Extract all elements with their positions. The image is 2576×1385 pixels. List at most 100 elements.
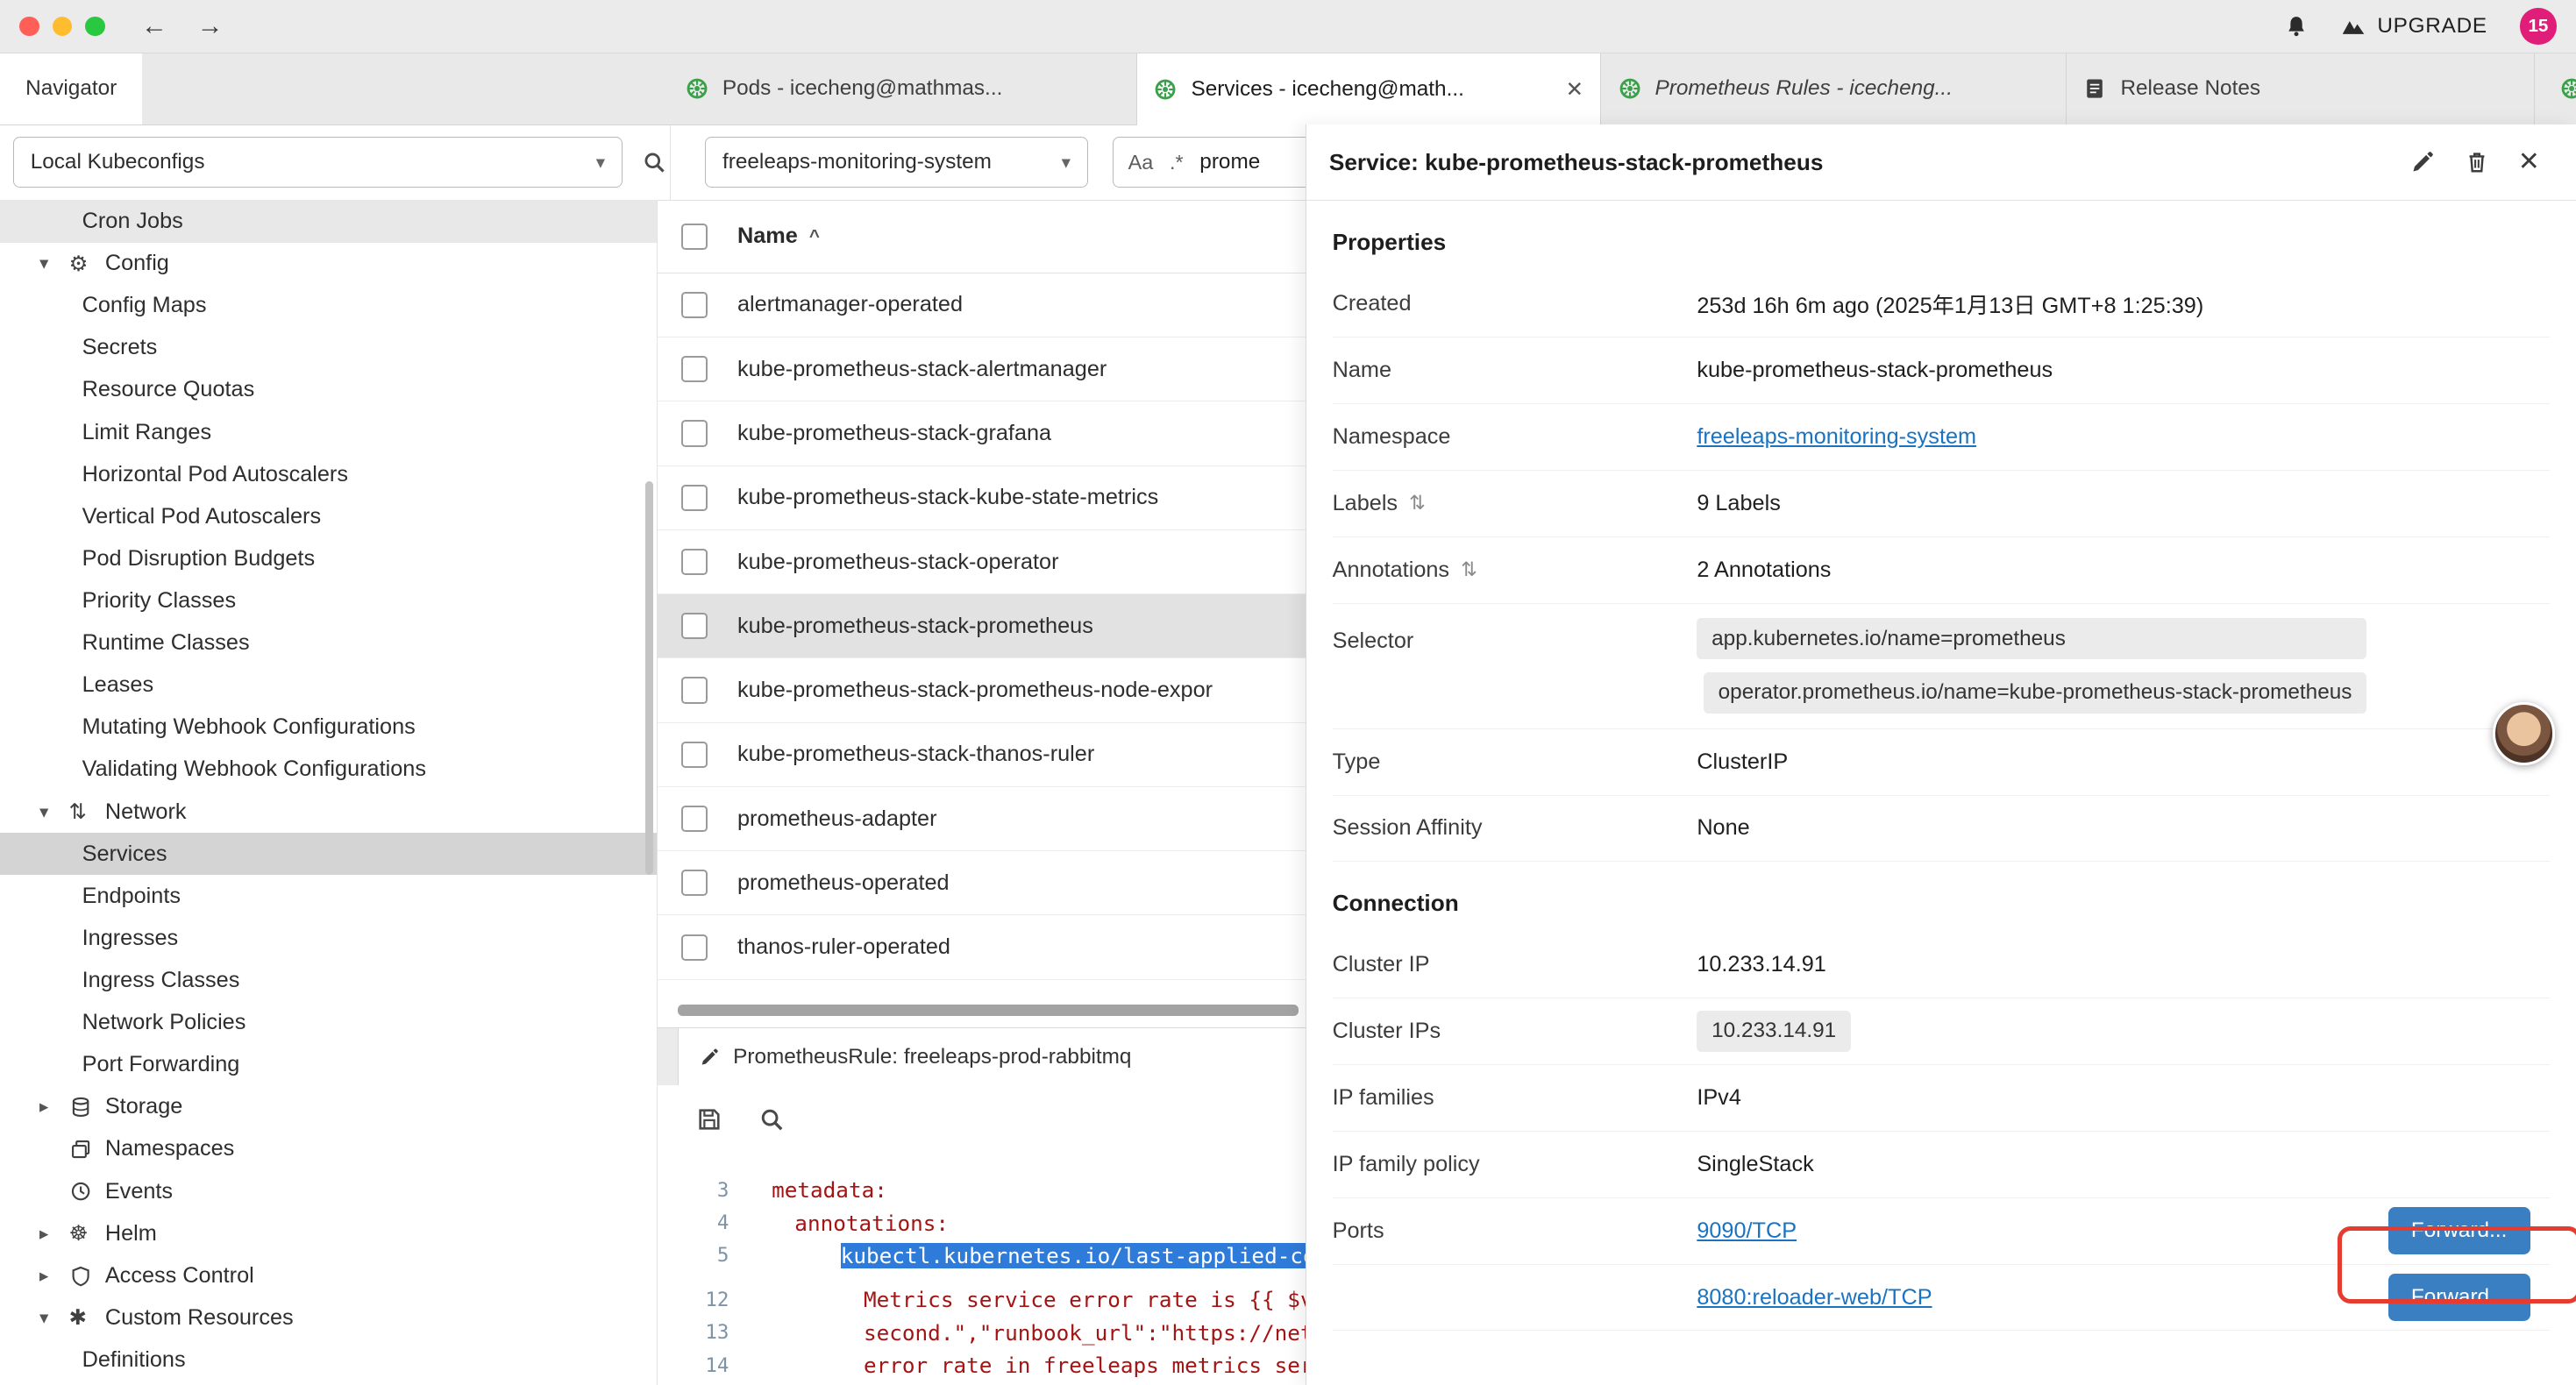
tab-prometheus-rules[interactable]: Prometheus Rules - icecheng...: [1601, 53, 2067, 124]
chevron-right-icon[interactable]: ▸: [39, 1096, 69, 1118]
service-name: kube-prometheus-stack-kube-state-metrics: [737, 485, 1158, 510]
sidebar-item-validating-webhook-configurations[interactable]: Validating Webhook Configurations: [0, 749, 657, 791]
forward-arrow-icon[interactable]: →: [197, 13, 224, 39]
sidebar-item-label: Secrets: [82, 335, 158, 360]
chevron-down-icon[interactable]: ▾: [39, 252, 69, 274]
upgrade-button[interactable]: UPGRADE: [2341, 14, 2487, 39]
close-window-button[interactable]: [19, 17, 39, 36]
kubeconfig-select[interactable]: Local Kubeconfigs ▾: [13, 137, 623, 188]
sidebar-item-vertical-pod-autoscalers[interactable]: Vertical Pod Autoscalers: [0, 495, 657, 537]
port-link[interactable]: 8080:reloader-web/TCP: [1697, 1285, 1932, 1310]
sidebar-item-secrets[interactable]: Secrets: [0, 327, 657, 369]
property-label: Created: [1333, 291, 1697, 316]
row-checkbox[interactable]: [681, 806, 708, 832]
editor-tab-prometheusrule[interactable]: PrometheusRule: freeleaps-prod-rabbitmq: [678, 1028, 1313, 1086]
user-avatar[interactable]: [2493, 702, 2556, 765]
sidebar-item-label: Validating Webhook Configurations: [82, 756, 426, 782]
row-checkbox[interactable]: [681, 356, 708, 382]
detail-panel-body: Properties Created 253d 16h 6m ago (2025…: [1306, 201, 2576, 1331]
row-checkbox[interactable]: [681, 934, 708, 961]
sidebar-item-helm[interactable]: ▸☸Helm: [0, 1212, 657, 1254]
sidebar-item-access-control[interactable]: ▸Access Control: [0, 1254, 657, 1296]
row-checkbox[interactable]: [681, 485, 708, 511]
sidebar-item-config[interactable]: ▾⚙Config: [0, 243, 657, 285]
maximize-window-button[interactable]: [85, 17, 104, 36]
row-checkbox[interactable]: [681, 420, 708, 446]
namespace-link[interactable]: freeleaps-monitoring-system: [1697, 424, 1976, 450]
sidebar-item-config-maps[interactable]: Config Maps: [0, 285, 657, 327]
property-label: Cluster IP: [1333, 952, 1697, 977]
expand-sort-icon[interactable]: ⇅: [1461, 558, 1477, 581]
property-row-namespace: Namespace freeleaps-monitoring-system: [1333, 404, 2550, 471]
sidebar-search-icon[interactable]: [642, 150, 666, 174]
edit-pencil-icon[interactable]: [2409, 149, 2436, 175]
sidebar-item-definitions[interactable]: Definitions: [0, 1339, 657, 1381]
sidebar-item-cron-jobs[interactable]: Cron Jobs: [0, 200, 657, 242]
row-checkbox[interactable]: [681, 549, 708, 575]
property-label: Ports: [1333, 1218, 1697, 1244]
row-checkbox[interactable]: [681, 677, 708, 703]
sidebar-item-events[interactable]: Events: [0, 1170, 657, 1212]
sidebar-item-resource-quotas[interactable]: Resource Quotas: [0, 369, 657, 411]
back-arrow-icon[interactable]: ←: [141, 13, 167, 39]
tab-release-notes[interactable]: Release Notes: [2067, 53, 2536, 124]
sidebar-item-pod-disruption-budgets[interactable]: Pod Disruption Budgets: [0, 537, 657, 579]
sidebar-item-label: Runtime Classes: [82, 630, 250, 656]
minimize-window-button[interactable]: [53, 17, 72, 36]
match-case-toggle[interactable]: Aa: [1128, 151, 1154, 174]
sidebar-item-storage[interactable]: ▸Storage: [0, 1086, 657, 1128]
row-checkbox[interactable]: [681, 870, 708, 896]
sidebar-item-limit-ranges[interactable]: Limit Ranges: [0, 411, 657, 453]
sidebar-item-mutating-webhook-configurations[interactable]: Mutating Webhook Configurations: [0, 707, 657, 749]
sidebar-item-ingresses[interactable]: Ingresses: [0, 917, 657, 959]
regex-toggle[interactable]: .*: [1170, 151, 1184, 174]
close-panel-icon[interactable]: ✕: [2518, 149, 2540, 175]
bell-icon[interactable]: [2284, 14, 2309, 39]
line-number: 12: [657, 1289, 729, 1311]
chevron-down-icon[interactable]: ▾: [39, 1307, 69, 1329]
tab-pods[interactable]: Pods - icecheng@mathmas...: [668, 53, 1137, 124]
notification-count-badge[interactable]: 15: [2520, 8, 2556, 44]
tab-services[interactable]: Services - icecheng@math... ✕: [1137, 53, 1601, 126]
name-column-header[interactable]: Name: [737, 224, 798, 249]
sidebar-item-namespaces[interactable]: Namespaces: [0, 1128, 657, 1170]
kubernetes-icon: [1618, 76, 1642, 101]
namespace-select[interactable]: freeleaps-monitoring-system ▾: [705, 137, 1087, 188]
sidebar-item-network-policies[interactable]: Network Policies: [0, 1002, 657, 1044]
chevron-right-icon[interactable]: ▸: [39, 1223, 69, 1245]
row-checkbox[interactable]: [681, 742, 708, 768]
sidebar-item-ingress-classes[interactable]: Ingress Classes: [0, 959, 657, 1001]
port-link[interactable]: 9090/TCP: [1697, 1218, 1797, 1244]
sidebar-item-custom-resources[interactable]: ▾✱Custom Resources: [0, 1296, 657, 1339]
select-all-checkbox[interactable]: [681, 224, 708, 250]
chevron-down-icon[interactable]: ▾: [39, 801, 69, 823]
row-checkbox[interactable]: [681, 292, 708, 318]
sidebar-item-label: Horizontal Pod Autoscalers: [82, 462, 348, 487]
sidebar-item-runtime-classes[interactable]: Runtime Classes: [0, 622, 657, 664]
chevron-down-icon: ▾: [1062, 152, 1071, 174]
horizontal-scrollbar[interactable]: [678, 1005, 1299, 1016]
property-label: Cluster IPs: [1333, 1019, 1697, 1044]
trash-icon[interactable]: [2464, 149, 2490, 175]
sidebar-scrollbar[interactable]: [645, 481, 653, 875]
sidebar-item-network[interactable]: ▾⇅Network: [0, 791, 657, 833]
expand-sort-icon[interactable]: ⇅: [1409, 492, 1426, 515]
property-row-ip-family-policy: IP family policy SingleStack: [1333, 1132, 2550, 1198]
property-row-created: Created 253d 16h 6m ago (2025年1月13日 GMT+…: [1333, 271, 2550, 337]
sidebar-item-priority-classes[interactable]: Priority Classes: [0, 579, 657, 621]
property-row-ip-families: IP families IPv4: [1333, 1065, 2550, 1132]
tab-argo[interactable]: Argo S: [2544, 53, 2576, 124]
sidebar-item-services[interactable]: Services: [0, 833, 657, 875]
sidebar-item-endpoints[interactable]: Endpoints: [0, 875, 657, 917]
row-checkbox[interactable]: [681, 613, 708, 639]
editor-search-icon[interactable]: [758, 1106, 785, 1133]
sidebar-item-port-forwarding[interactable]: Port Forwarding: [0, 1044, 657, 1086]
sidebar-item-horizontal-pod-autoscalers[interactable]: Horizontal Pod Autoscalers: [0, 453, 657, 495]
close-tab-icon[interactable]: ✕: [1553, 76, 1583, 103]
sort-asc-icon[interactable]: ^: [809, 226, 820, 247]
save-icon[interactable]: [696, 1106, 722, 1133]
chevron-right-icon[interactable]: ▸: [39, 1265, 69, 1287]
sidebar-item-label: Mutating Webhook Configurations: [82, 714, 416, 740]
search-input[interactable]: prome: [1199, 150, 1260, 174]
sidebar-item-leases[interactable]: Leases: [0, 664, 657, 707]
